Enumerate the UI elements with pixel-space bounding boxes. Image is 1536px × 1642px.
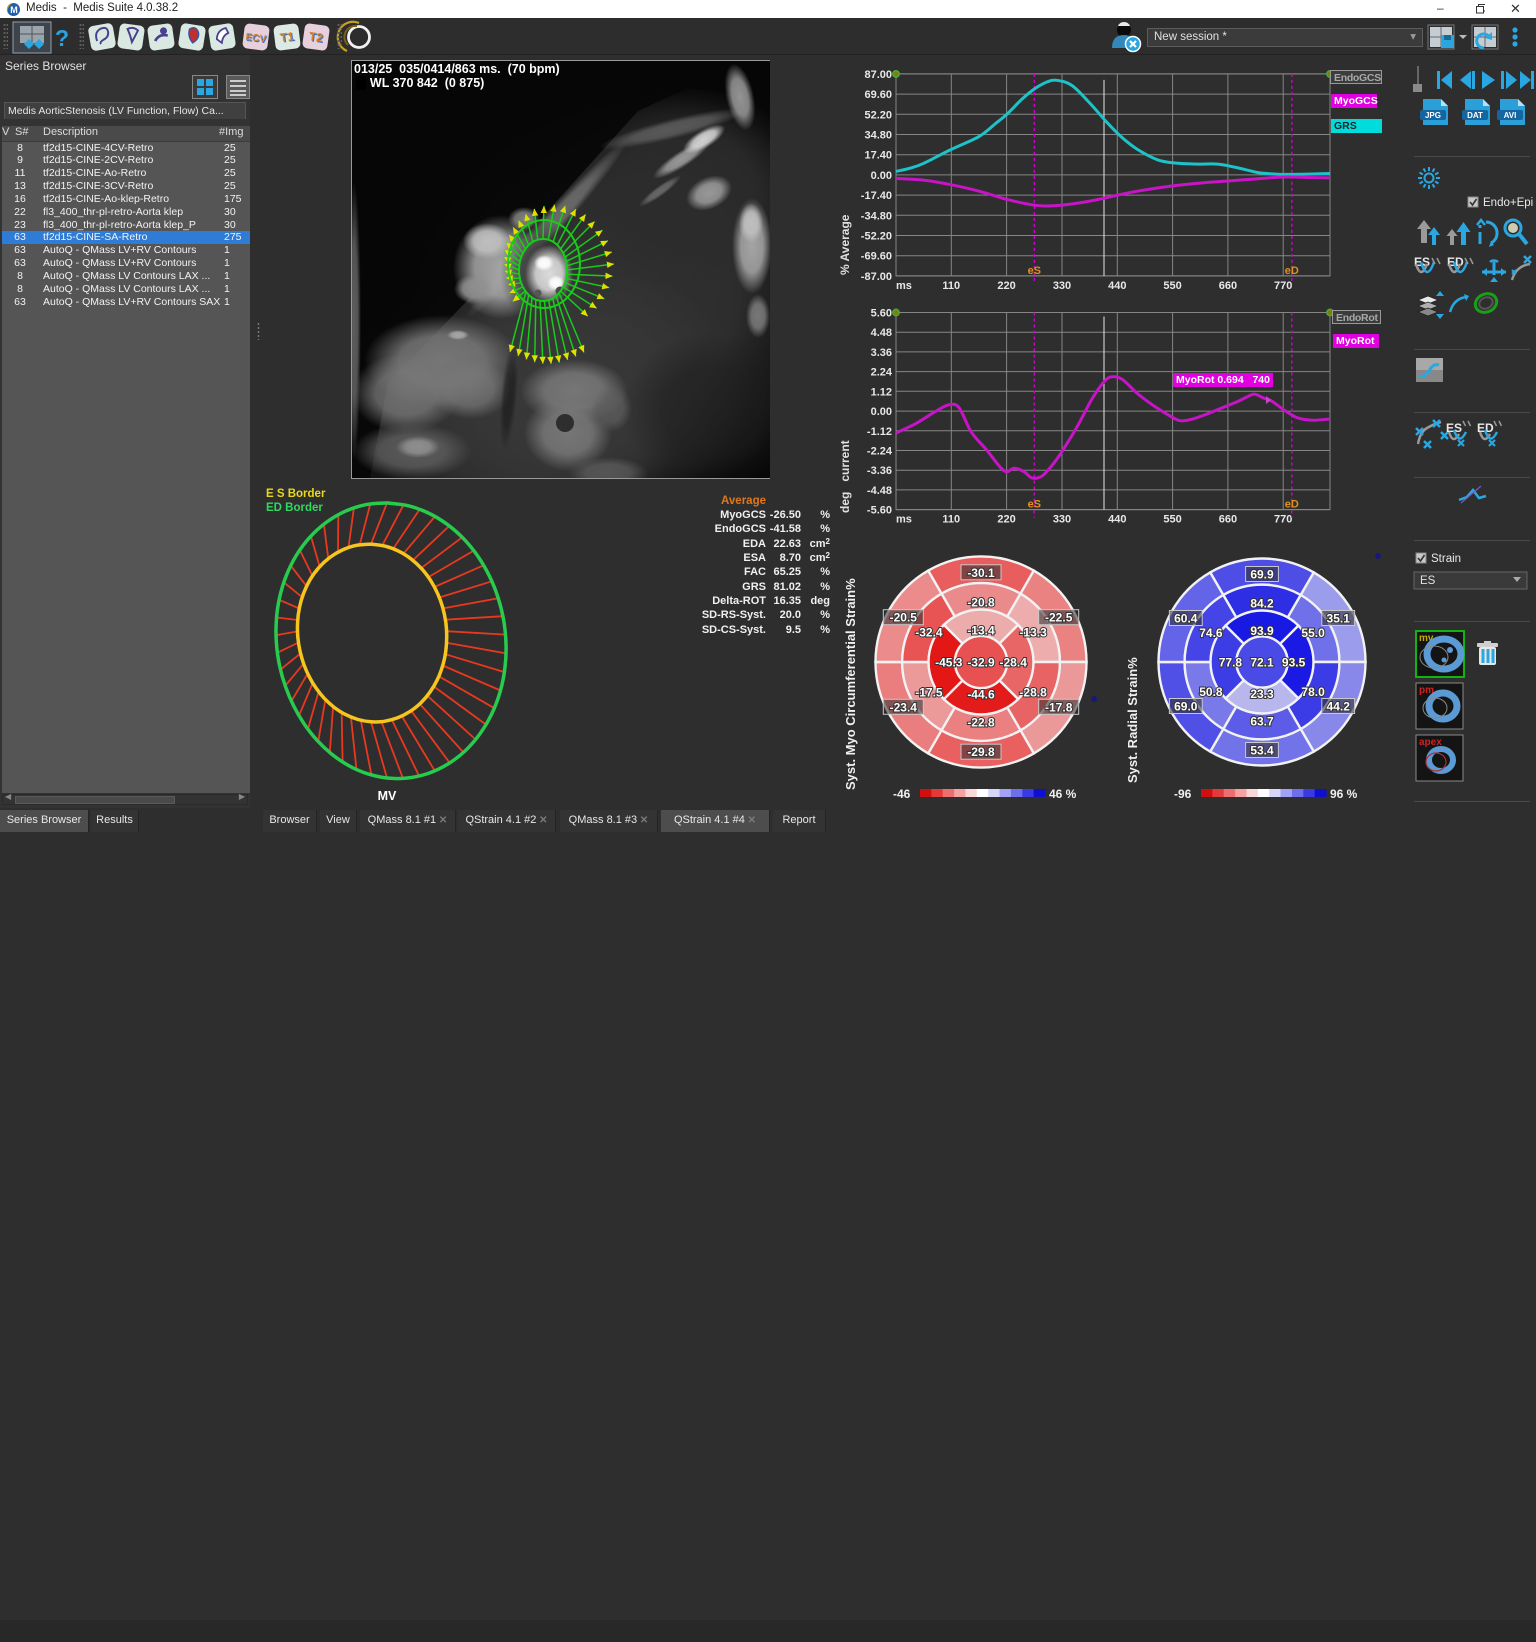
- svg-text:JPG: JPG: [1425, 111, 1441, 120]
- svg-text:Strain: Strain: [1431, 553, 1461, 565]
- svg-text:Endo+Epi: Endo+Epi: [1483, 197, 1533, 209]
- svg-text:AVI: AVI: [1504, 111, 1517, 120]
- svg-text:ES: ES: [1420, 575, 1436, 587]
- svg-text:DAT: DAT: [1467, 111, 1483, 120]
